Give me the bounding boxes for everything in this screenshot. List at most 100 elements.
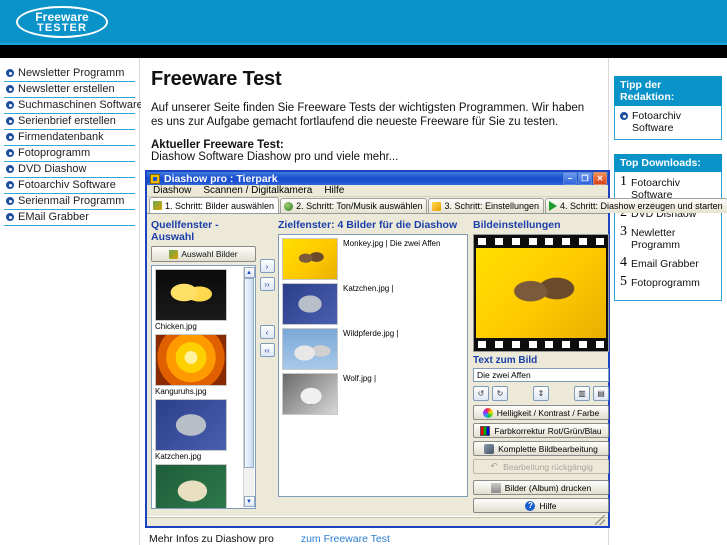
- bullet-icon: [6, 85, 14, 93]
- step-tab-bar: 1. Schritt: Bilder auswählen 2. Schritt:…: [147, 197, 727, 213]
- film-strip-bottom: [474, 338, 608, 351]
- download-list-item[interactable]: 5 Fotoprogramm: [620, 275, 716, 290]
- list-item[interactable]: Kanguruhs.jpg: [155, 334, 241, 396]
- list-item[interactable]: Monkey.jpg | Die zwei Affen: [282, 238, 464, 280]
- move-left-button[interactable]: ‹: [259, 325, 275, 339]
- thumbnail-image: [282, 238, 338, 280]
- source-list-scrollbar[interactable]: ▲ ▼: [243, 267, 255, 507]
- resize-grip-icon[interactable]: [595, 515, 605, 525]
- move-all-right-button[interactable]: ››: [259, 277, 275, 291]
- move-right-button[interactable]: ›: [259, 259, 275, 273]
- thumbnail-label: Katzchen.jpg: [155, 452, 202, 461]
- button-label: Farbkorrektur Rot/Grün/Blau: [494, 425, 602, 436]
- download-label: Fotoprogramm: [631, 277, 700, 289]
- scroll-up-icon[interactable]: ▲: [243, 267, 255, 278]
- application-body: Quellfenster -Auswahl Auswahl Bilder Chi…: [147, 213, 609, 516]
- footer-link[interactable]: zum Freeware Test: [301, 533, 390, 545]
- crop-icon[interactable]: ▥: [574, 386, 590, 401]
- download-label: Email Grabber: [631, 258, 699, 270]
- source-panel: Quellfenster -Auswahl Auswahl Bilder Chi…: [151, 219, 256, 516]
- sidebar-item-dvd-diashow[interactable]: DVD Diashow: [4, 162, 135, 178]
- thumbnail-image: [155, 464, 227, 508]
- window-title: Diashow pro : Tierpark: [164, 172, 278, 185]
- menu-scannen-digitalkamera[interactable]: Scannen / Digitalkamera: [203, 185, 312, 196]
- tip-box-header: Tipp der Redaktion:: [614, 76, 722, 106]
- menu-hilfe[interactable]: Hilfe: [324, 185, 344, 196]
- sidebar-item-label: Serienbrief erstellen: [18, 115, 116, 127]
- footer-text: Mehr Infos zu Diashow pro: [149, 533, 274, 545]
- image-settings-panel: Bildeinstellungen Text zum Bild ↺ ↻: [473, 219, 609, 516]
- help-icon: ?: [525, 500, 536, 511]
- destination-image-list[interactable]: Monkey.jpg | Die zwei Affen Katzchen.jpg…: [278, 234, 468, 497]
- left-sidebar: Newsletter Programm Newsletter erstellen…: [0, 58, 143, 545]
- tab-step-4[interactable]: 4. Schritt: Diashow erzeugen und starten: [545, 198, 727, 213]
- print-album-button[interactable]: Bilder (Album) drucken: [473, 480, 609, 495]
- window-titlebar[interactable]: Diashow pro : Tierpark – ❐ ✕: [147, 172, 608, 185]
- header-black-bar: [0, 45, 727, 58]
- tab-step-3[interactable]: 3. Schritt: Einstellungen: [428, 198, 545, 213]
- sidebar-item-newsletter-programm[interactable]: Newsletter Programm: [4, 66, 135, 82]
- list-item[interactable]: Wolf.jpg |: [282, 373, 464, 415]
- flip-icon[interactable]: ⇕: [533, 386, 549, 401]
- select-images-label: Auswahl Bilder: [181, 249, 238, 259]
- application-window: Diashow pro : Tierpark – ❐ ✕ Diashow Sca…: [145, 170, 727, 528]
- list-item[interactable]: Katzchen.jpg: [155, 399, 241, 461]
- button-label: Hilfe: [539, 500, 557, 511]
- bullet-icon: [6, 197, 14, 205]
- film-strip-top: [474, 235, 608, 248]
- current-test-text: Diashow Software Diashow pro und viele m…: [151, 151, 399, 163]
- minimize-button[interactable]: –: [563, 172, 577, 185]
- sidebar-item-label: EMail Grabber: [18, 211, 89, 223]
- settings-icon: [432, 201, 442, 211]
- list-item[interactable]: Katzchen.jpg |: [282, 283, 464, 325]
- list-item[interactable]: Chicken.jpg: [155, 269, 241, 331]
- image-preview[interactable]: [473, 234, 609, 352]
- maximize-button[interactable]: ❐: [578, 172, 592, 185]
- scroll-down-icon[interactable]: ▼: [243, 496, 255, 507]
- brightness-contrast-color-button[interactable]: Helligkeit / Kontrast / Farbe: [473, 405, 609, 420]
- rotate-left-icon[interactable]: ↺: [473, 386, 489, 401]
- printer-icon: [490, 482, 501, 493]
- menu-bar: Diashow Scannen / Digitalkamera Hilfe: [147, 185, 608, 197]
- sidebar-item-suchmaschinen-software[interactable]: Suchmaschinen Software: [4, 98, 143, 114]
- download-rank: 1: [620, 174, 627, 189]
- move-all-left-button[interactable]: ‹‹: [259, 343, 275, 357]
- download-list-item[interactable]: 3 Newletter Programm: [620, 225, 716, 252]
- sidebar-item-newsletter-erstellen[interactable]: Newsletter erstellen: [4, 82, 135, 98]
- image-text-input[interactable]: [473, 368, 609, 382]
- bullet-icon: [6, 181, 14, 189]
- sidebar-item-label: DVD Diashow: [18, 163, 87, 175]
- sidebar-item-label: Fotoprogramm: [18, 147, 91, 159]
- folder-image-icon: [169, 249, 179, 259]
- sidebar-item-serienbrief-erstellen[interactable]: Serienbrief erstellen: [4, 114, 135, 130]
- sidebar-item-serienmail-programm[interactable]: Serienmail Programm: [4, 194, 135, 210]
- list-item[interactable]: Katzchen02.jpg: [155, 464, 241, 508]
- palette-icon: [482, 407, 493, 418]
- site-logo[interactable]: Freeware TESTER: [16, 6, 108, 38]
- menu-diashow[interactable]: Diashow: [153, 185, 191, 196]
- sidebar-item-firmendatenbank[interactable]: Firmendatenbank: [4, 130, 135, 146]
- tab-step-2[interactable]: 2. Schritt: Ton/Musik auswählen: [280, 198, 428, 213]
- full-image-editing-button[interactable]: Komplette Bildbearbeitung: [473, 441, 609, 456]
- list-item[interactable]: Wildpferde.jpg |: [282, 328, 464, 370]
- source-image-list[interactable]: Chicken.jpg Kanguruhs.jpg Katzchen.jpg K…: [151, 265, 256, 509]
- thumbnail-label: Wildpferde.jpg |: [343, 329, 399, 338]
- download-list-item[interactable]: 4 Email Grabber: [620, 256, 716, 271]
- sidebar-item-email-grabber[interactable]: EMail Grabber: [4, 210, 135, 226]
- resize-icon[interactable]: ▤: [593, 386, 609, 401]
- button-label: Helligkeit / Kontrast / Farbe: [496, 407, 600, 418]
- top-downloads-body: 1 Fotoarchiv Software 2 DVD Dishaow 3 Ne…: [614, 172, 722, 301]
- sidebar-item-fotoarchiv-software[interactable]: Fotoarchiv Software: [4, 178, 135, 194]
- scrollbar-thumb[interactable]: [244, 278, 254, 468]
- rgb-icon: [480, 425, 491, 436]
- sidebar-item-fotoprogramm[interactable]: Fotoprogramm: [4, 146, 135, 162]
- color-correction-button[interactable]: Farbkorrektur Rot/Grün/Blau: [473, 423, 609, 438]
- select-images-button[interactable]: Auswahl Bilder: [151, 246, 256, 262]
- tip-box-link[interactable]: Fotoarchiv Software: [620, 110, 716, 134]
- help-button[interactable]: ? Hilfe: [473, 498, 609, 513]
- bullet-icon: [6, 117, 14, 125]
- close-button[interactable]: ✕: [593, 172, 607, 185]
- sidebar-item-label: Serienmail Programm: [18, 195, 125, 207]
- tab-step-1[interactable]: 1. Schritt: Bilder auswählen: [149, 197, 280, 213]
- rotate-right-icon[interactable]: ↻: [492, 386, 508, 401]
